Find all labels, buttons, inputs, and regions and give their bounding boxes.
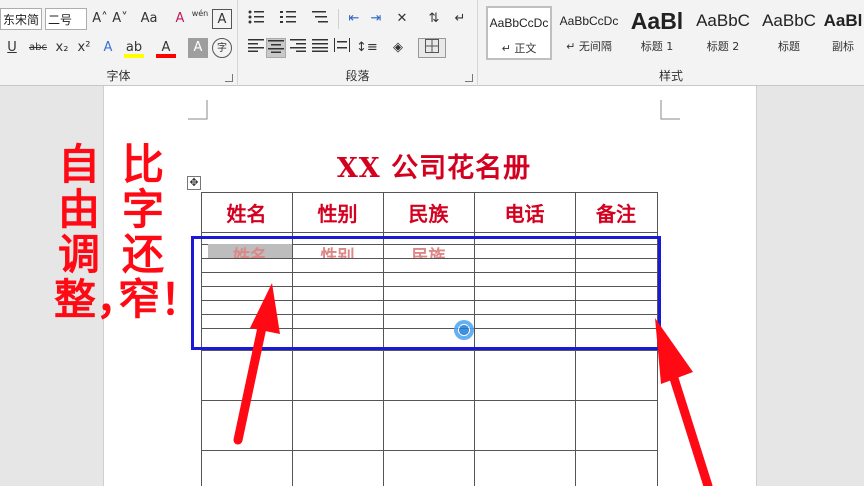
paragraph-group: ⇤ ⇥ ✕ ⇅ ↵ ↕≡ ◈ 段落	[238, 0, 478, 86]
numbering-icon[interactable]	[278, 9, 298, 29]
style-sample: AaBbCcDc	[559, 14, 619, 28]
font-group-label: 字体	[106, 69, 131, 83]
font-size-select[interactable]: 二号	[45, 8, 87, 30]
styles-group-label: 样式	[658, 69, 683, 83]
table-header-cell[interactable]: 民族	[383, 196, 474, 232]
align-center-svg	[268, 40, 284, 53]
font-dialog-launcher[interactable]	[225, 74, 233, 82]
increase-indent-icon[interactable]: ⇥	[366, 9, 386, 29]
enclose-char-icon[interactable]: 字	[212, 38, 232, 58]
style-sample: AaBbC	[762, 11, 816, 30]
clear-format-icon[interactable]: A	[170, 9, 190, 29]
paragraph-group-label: 段落	[345, 69, 370, 83]
table-header-cell[interactable]: 性别	[292, 196, 383, 232]
style-card-heading-1[interactable]: AaBl 标题 1	[624, 6, 690, 60]
mouse-cursor-icon	[454, 320, 474, 340]
style-card-no-spacing[interactable]: AaBbCcDc ↵ 无间隔	[556, 6, 622, 60]
align-center-icon[interactable]	[266, 38, 286, 58]
table-move-handle-icon[interactable]: ✥	[187, 176, 201, 190]
table-header-cell[interactable]: 姓名	[201, 196, 292, 232]
style-name: 标题 1	[640, 40, 674, 53]
style-card-heading-2[interactable]: AaBbC 标题 2	[690, 6, 756, 60]
justify-icon[interactable]	[310, 38, 330, 58]
bullets-icon-svg	[248, 10, 264, 24]
table-row-line[interactable]	[201, 450, 658, 451]
paragraph-separator	[338, 9, 339, 29]
multilevel-list-icon[interactable]	[310, 9, 330, 29]
phonetic-guide-icon[interactable]: wén	[190, 9, 210, 29]
distributed-svg	[334, 38, 350, 52]
grow-font-icon[interactable]: A˄	[90, 9, 110, 29]
text-effect-icon[interactable]: A	[98, 38, 118, 58]
justify-svg	[312, 39, 328, 52]
borders-icon[interactable]	[418, 38, 446, 58]
ribbon: 东宋简 二号 A˄ A˅ Aa A wén A U abc x₂ x² A ab…	[0, 0, 864, 86]
shading-bucket-icon[interactable]: ◈	[388, 38, 408, 58]
change-case-button[interactable]: Aa	[136, 9, 162, 29]
table-row-line[interactable]	[201, 232, 658, 233]
font-color-icon[interactable]: A	[156, 38, 176, 58]
align-left-svg	[248, 39, 264, 52]
selection-highlight-box	[191, 236, 661, 350]
style-card-normal[interactable]: AaBbCcDc ↵ 正文	[486, 6, 552, 60]
table-header-cell[interactable]: 电话	[474, 196, 575, 232]
styles-group: AaBbCcDc ↵ 正文 AaBbCcDc ↵ 无间隔 AaBl 标题 1 A…	[478, 0, 864, 86]
strikethrough-icon[interactable]: abc	[28, 38, 48, 58]
style-name: 标题 2	[706, 40, 740, 53]
style-card-subtitle[interactable]: AaBl 副标	[822, 6, 864, 60]
bullets-icon[interactable]	[246, 9, 266, 29]
table-row-line[interactable]	[201, 400, 658, 401]
decrease-indent-icon[interactable]: ⇤	[344, 9, 364, 29]
char-border-icon[interactable]: A	[212, 9, 232, 29]
multilevel-list-icon-svg	[312, 11, 328, 23]
paragraph-dialog-launcher[interactable]	[465, 74, 473, 82]
char-shading-icon[interactable]: A	[188, 38, 208, 58]
line-spacing-icon[interactable]: ↕≡	[356, 38, 378, 58]
table-header-cell[interactable]: 备注	[575, 196, 657, 232]
style-sample: AaBbCcDc	[489, 16, 549, 30]
font-group: 东宋简 二号 A˄ A˅ Aa A wén A U abc x₂ x² A ab…	[0, 0, 238, 86]
numbering-icon-svg	[280, 11, 296, 23]
annotation-left-text: 自由调整，	[54, 140, 139, 324]
shrink-font-icon[interactable]: A˅	[110, 9, 130, 29]
font-name-select[interactable]: 东宋简	[0, 8, 42, 30]
style-name: 标题	[778, 40, 800, 53]
distributed-icon[interactable]	[332, 38, 352, 58]
highlight-color-icon[interactable]: ab	[124, 38, 144, 58]
crop-mark-right	[660, 100, 680, 120]
chinese-layout-icon[interactable]: ✕	[392, 9, 412, 29]
table-row-line[interactable]	[201, 350, 658, 351]
borders-svg	[425, 39, 439, 53]
table-row-line[interactable]	[201, 192, 658, 193]
style-sample: AaBl	[630, 8, 684, 34]
crop-mark-left	[188, 100, 208, 120]
style-sample: AaBbC	[696, 11, 750, 30]
align-left-icon[interactable]	[246, 38, 266, 58]
annotation-right-text: 比字还窄！	[118, 140, 203, 324]
document-title[interactable]: XX 公司花名册	[204, 146, 664, 185]
underline-icon[interactable]: U	[2, 38, 22, 58]
style-card-title[interactable]: AaBbC 标题	[756, 6, 822, 60]
style-sample: AaBl	[823, 11, 863, 30]
sort-icon[interactable]: ⇅	[424, 9, 444, 29]
show-marks-icon[interactable]: ↵	[450, 9, 470, 29]
style-name: ↵ 无间隔	[566, 40, 612, 53]
style-name: 副标	[832, 40, 854, 53]
style-name: ↵ 正文	[501, 42, 537, 55]
align-right-icon[interactable]	[288, 38, 308, 58]
subscript-icon[interactable]: x₂	[52, 38, 72, 58]
superscript-icon[interactable]: x²	[74, 38, 94, 58]
align-right-svg	[290, 39, 306, 52]
